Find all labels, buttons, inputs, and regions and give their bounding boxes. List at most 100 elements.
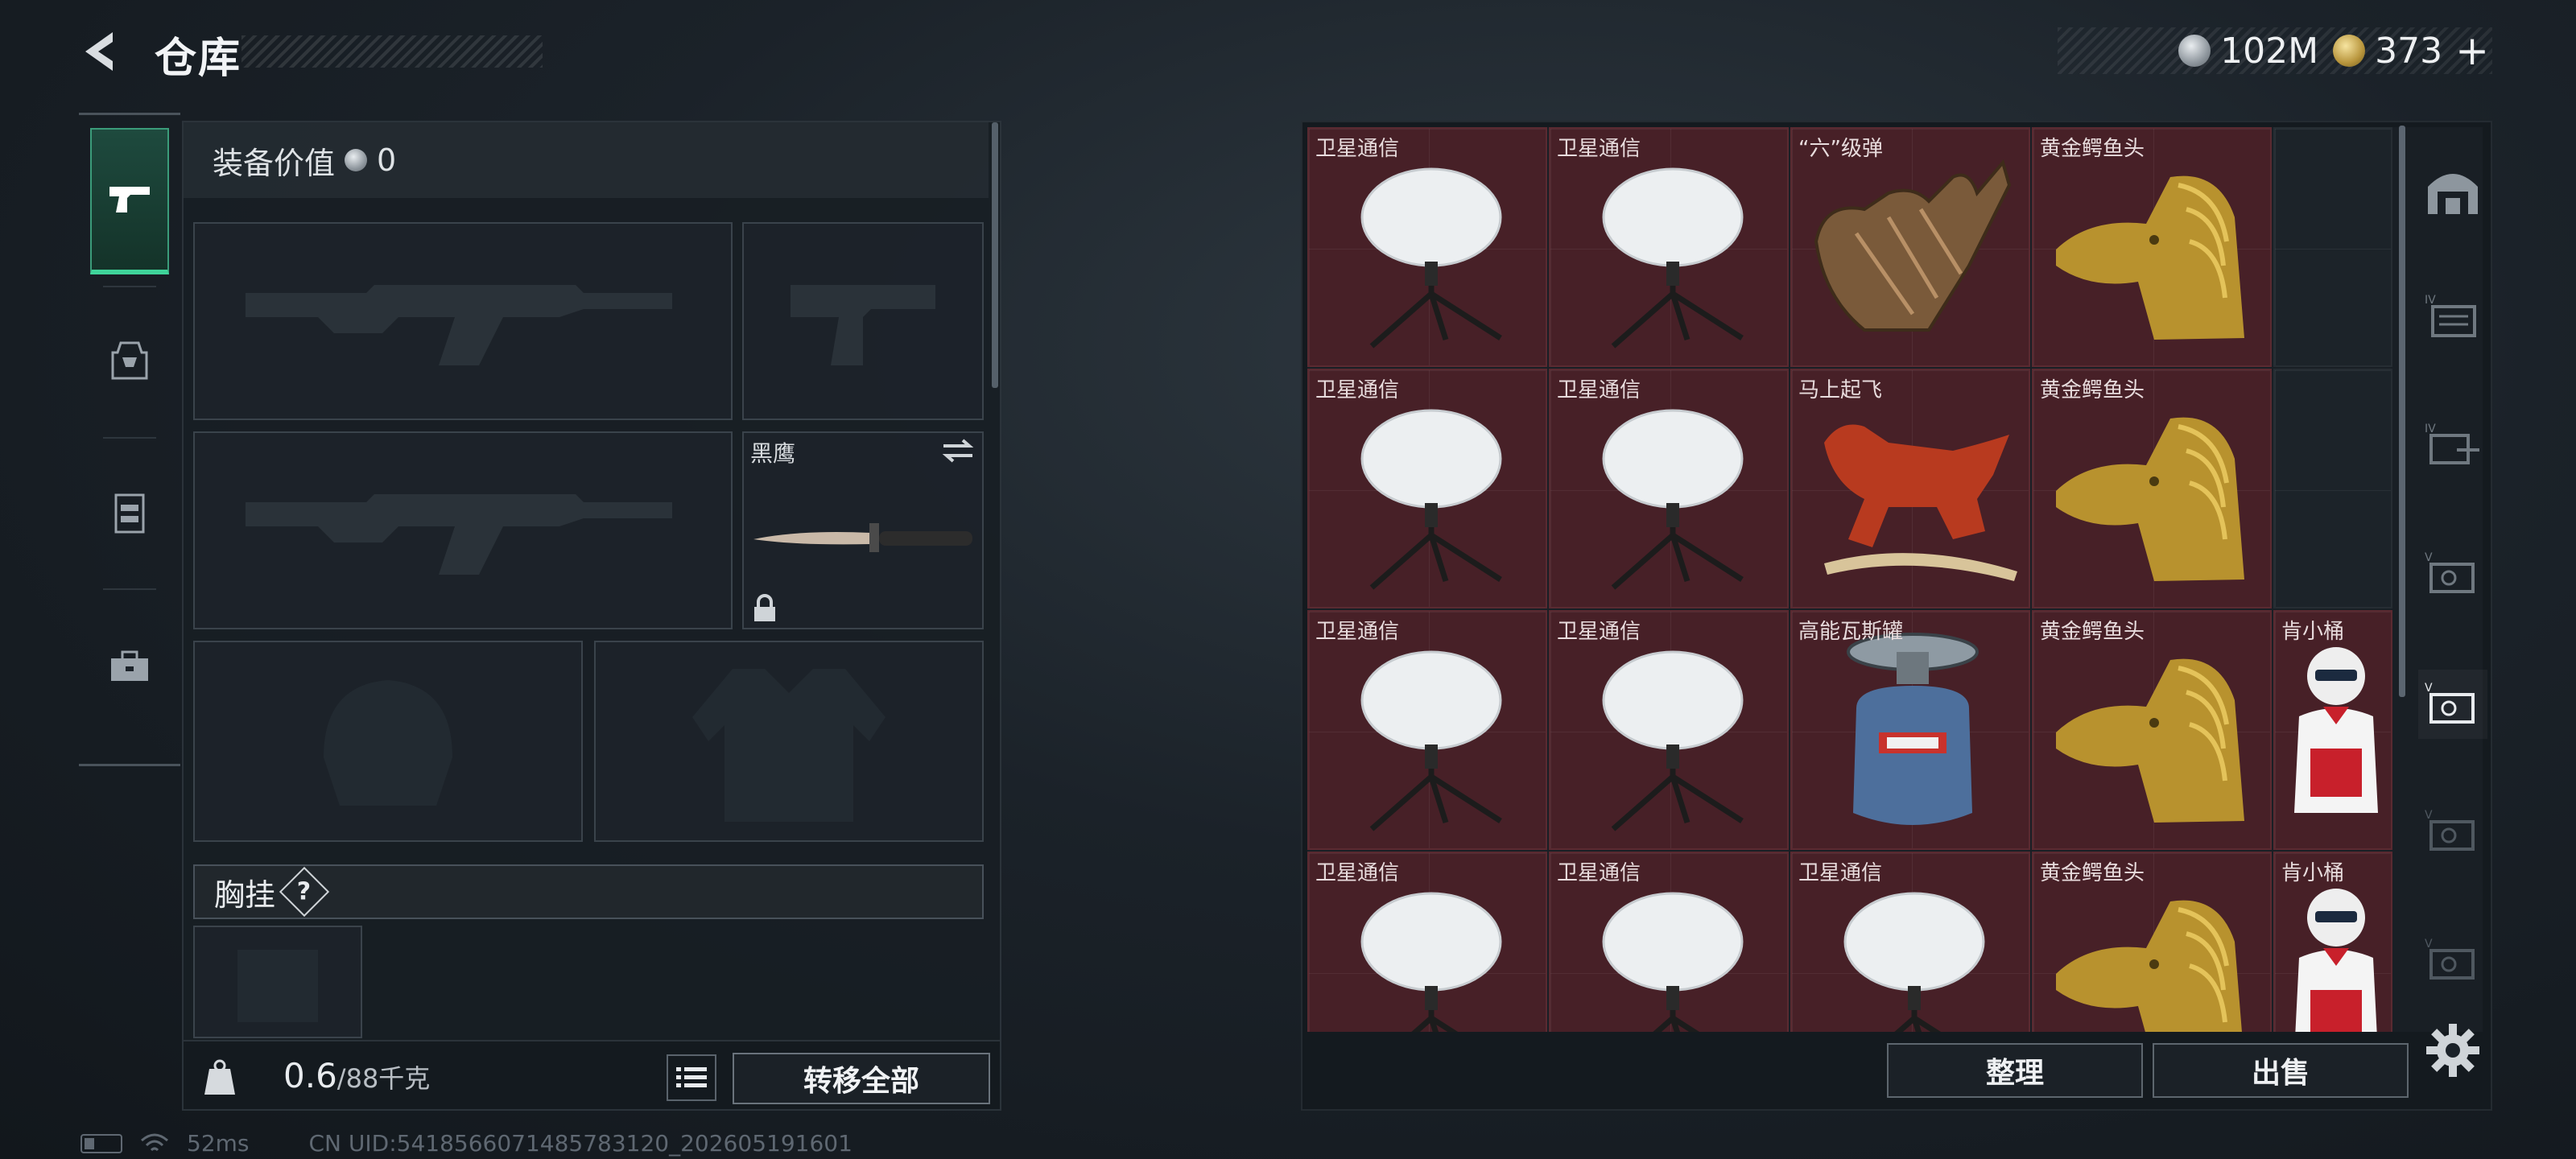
sell-button[interactable]: 出售	[2153, 1043, 2409, 1098]
melee-slot[interactable]: 黑鹰	[742, 431, 984, 629]
list-view-button[interactable]	[667, 1054, 716, 1101]
swap-icon[interactable]	[940, 438, 976, 464]
briefcase-icon	[111, 650, 148, 681]
storage-item-cell[interactable]: 黄金鳄鱼头	[2032, 852, 2272, 1032]
pistol-silhouette-icon	[791, 285, 935, 365]
vest-icon	[114, 493, 145, 534]
gold-amount: 373	[2375, 30, 2443, 72]
storage-empty-cell[interactable]	[2273, 127, 2392, 367]
storage-item-cell[interactable]: 卫星通信	[1790, 852, 2030, 1032]
sidearm-slot[interactable]	[742, 222, 984, 420]
storage-item-label: 肯小桶	[2281, 620, 2345, 644]
weight-kg-icon	[204, 1059, 235, 1095]
storage-item-cell[interactable]: 黄金鳄鱼头	[2032, 127, 2272, 367]
satellite-dish-icon	[1602, 167, 1744, 349]
nav-weapons-tab[interactable]	[90, 128, 169, 274]
gold-currency[interactable]: 373 +	[2333, 27, 2489, 74]
chest-rig-silhouette-icon	[237, 950, 318, 1022]
ping-text: 52ms	[187, 1130, 250, 1157]
helmet-icon	[111, 341, 148, 380]
uid-text: CN UID:5418566071485783120_202605191601	[308, 1130, 852, 1157]
nav-divider	[103, 437, 156, 439]
armor-slot[interactable]	[594, 641, 984, 842]
satellite-dish-icon	[1602, 409, 1744, 590]
storage-item-cell[interactable]: 卫星通信	[1307, 852, 1547, 1032]
storage-item-cell[interactable]: 黄金鳄鱼头	[2032, 610, 2272, 850]
settings-gear-icon[interactable]	[2423, 1021, 2483, 1080]
page-title: 仓库	[155, 35, 242, 83]
svg-text:V: V	[2425, 938, 2433, 951]
helmet-slot[interactable]	[193, 641, 583, 842]
container-icon: V	[2425, 809, 2475, 851]
secondary-weapon-slot[interactable]	[193, 431, 733, 629]
weight-bar: 0.6/88千克 转移全部	[182, 1040, 1001, 1111]
chest-rig-slot[interactable]	[193, 926, 362, 1038]
rifle-silhouette-icon	[246, 285, 672, 365]
storage-item-cell[interactable]: 黄金鳄鱼头	[2032, 369, 2272, 608]
storage-item-cell[interactable]: 卫星通信	[1549, 369, 1789, 608]
rail-container-4[interactable]: IV	[2418, 282, 2487, 351]
equipment-value-row: 装备价值 0	[184, 122, 989, 198]
sort-button[interactable]: 整理	[1887, 1043, 2143, 1098]
storage-panel: 卫星通信 卫星通信 “六”级弹 黄金鳄鱼头 卫星通信 卫星通信 马上起飞 黄金鳄鱼头 卫星通信卫…	[1301, 121, 2492, 1111]
storage-item-cell[interactable]: 卫星通信	[1549, 852, 1789, 1032]
armor-silhouette-icon	[692, 669, 886, 822]
add-container-icon: IV	[2425, 423, 2479, 464]
storage-item-cell[interactable]: 高能瓦斯罐	[1790, 610, 2030, 850]
storage-item-cell[interactable]: 马上起飞	[1790, 369, 2030, 608]
title-decoration	[242, 35, 543, 68]
nav-armor-tab[interactable]	[90, 287, 169, 434]
satellite-dish-icon	[1360, 409, 1502, 590]
help-icon[interactable]: ?	[279, 866, 330, 918]
rail-container-5d[interactable]: V	[2418, 926, 2487, 995]
storage-item-label: 卫星通信	[1557, 137, 1641, 161]
rail-container-5c[interactable]: V	[2418, 797, 2487, 866]
add-currency-button[interactable]: +	[2455, 27, 2489, 74]
container-icon: V	[2425, 551, 2475, 593]
status-bar: 52ms CN UID:5418566071485783120_20260519…	[80, 1130, 852, 1157]
storage-empty-cell[interactable]	[2273, 369, 2392, 608]
golden-crocodile-head-icon	[2056, 658, 2244, 823]
wifi-icon	[141, 1133, 168, 1151]
warehouse-icon	[2428, 174, 2478, 214]
transfer-all-button[interactable]: 转移全部	[733, 1053, 990, 1104]
storage-item-cell[interactable]: 卫星通信	[1549, 127, 1789, 367]
satellite-dish-icon	[1602, 650, 1744, 831]
weight-max: /88千克	[336, 1063, 431, 1094]
weight-text: 0.6/88千克	[283, 1056, 430, 1095]
chest-rig-bar: 胸挂 ?	[193, 864, 984, 919]
silver-coin-icon	[2178, 35, 2211, 67]
storage-item-cell[interactable]: 卫星通信	[1307, 127, 1547, 367]
storage-grid: 卫星通信 卫星通信 “六”级弹 黄金鳄鱼头 卫星通信 卫星通信 马上起飞 黄金鳄鱼头 卫星通信卫…	[1307, 127, 2483, 1032]
weight-current: 0.6	[283, 1056, 337, 1095]
equipment-scrollbar[interactable]	[992, 122, 998, 388]
storage-item-label: 卫星通信	[1798, 861, 1883, 885]
knife-item-icon	[753, 523, 972, 552]
storage-item-cell[interactable]: 肯小桶	[2273, 610, 2392, 850]
primary-weapon-slot[interactable]	[193, 222, 733, 420]
chest-rig-label: 胸挂	[214, 876, 276, 913]
container-icon: V	[2425, 938, 2475, 980]
svg-text:V: V	[2425, 809, 2433, 822]
nav-backpack-tab[interactable]	[90, 593, 169, 740]
nav-rig-tab[interactable]	[90, 440, 169, 587]
storage-item-label: “六”级弹	[1798, 137, 1883, 161]
storage-item-cell[interactable]: 卫星通信	[1549, 610, 1789, 850]
back-arrow-icon[interactable]	[77, 27, 126, 76]
storage-item-cell[interactable]: 卫星通信	[1307, 610, 1547, 850]
equipment-panel: 装备价值 0 黑鹰 胸挂 ?	[182, 121, 1001, 1111]
rail-add-container[interactable]: IV	[2418, 410, 2487, 480]
nav-divider	[103, 588, 156, 590]
kfc-figure-icon	[2294, 647, 2378, 813]
storage-item-cell[interactable]: “六”级弹	[1790, 127, 2030, 367]
storage-item-cell[interactable]: 卫星通信	[1307, 369, 1547, 608]
lock-icon	[754, 594, 775, 621]
storage-item-label: 高能瓦斯罐	[1798, 620, 1904, 644]
rail-container-5b[interactable]: V	[2418, 670, 2487, 739]
storage-scrollbar[interactable]	[2399, 126, 2405, 697]
gas-canister-icon	[1847, 633, 1979, 825]
rail-home[interactable]	[2418, 156, 2487, 225]
storage-item-label: 黄金鳄鱼头	[2040, 861, 2145, 885]
storage-item-cell[interactable]: 肯小桶	[2273, 852, 2392, 1032]
rail-container-5a[interactable]: V	[2418, 539, 2487, 608]
